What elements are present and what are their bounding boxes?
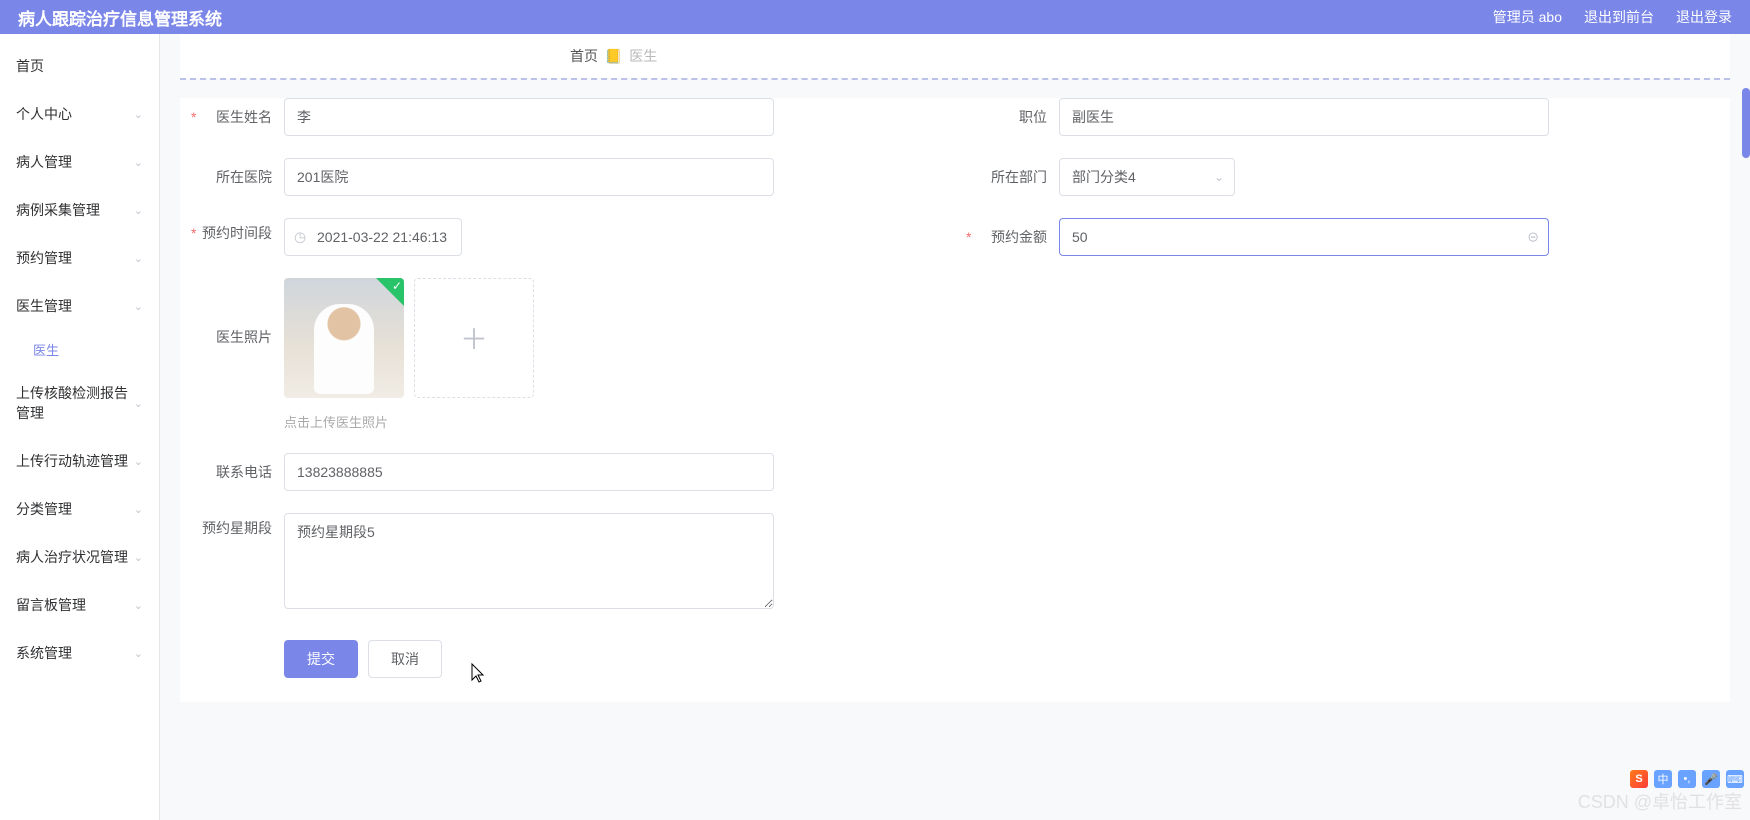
sidebar-item-label: 病人治疗状况管理: [16, 547, 128, 567]
position-label: 职位: [975, 98, 1047, 128]
main-content: 首页 📒 医生 医生姓名 职位 所在医院 所在部门: [160, 34, 1750, 820]
ime-keyboard-icon[interactable]: ⌨: [1726, 770, 1744, 788]
sidebar: 首页 个人中心 ⌄ 病人管理 ⌄ 病例采集管理 ⌄ 预约管理 ⌄ 医生管理 ⌄ 医生 上传…: [0, 34, 160, 820]
department-label: 所在部门: [975, 158, 1047, 188]
hospital-input[interactable]: [284, 158, 774, 196]
sidebar-item-category[interactable]: 分类管理 ⌄: [0, 485, 159, 533]
clock-icon: ◷: [294, 229, 306, 246]
appoint-week-textarea[interactable]: 预约星期段5: [284, 513, 774, 609]
ime-lang-icon[interactable]: 中: [1654, 770, 1672, 788]
submit-button[interactable]: 提交: [284, 640, 358, 678]
chevron-down-icon: ⌄: [134, 156, 143, 169]
chevron-down-icon: ⌄: [134, 647, 143, 660]
chevron-down-icon: ⌄: [1214, 170, 1224, 184]
doctor-photo-thumb[interactable]: [284, 278, 404, 398]
appoint-time-label: 预约时间段: [200, 218, 272, 244]
appoint-fee-label: 预约金额: [975, 218, 1047, 248]
sidebar-item-label: 预约管理: [16, 248, 72, 268]
sidebar-item-message[interactable]: 留言板管理 ⌄: [0, 581, 159, 629]
sidebar-item-patient[interactable]: 病人管理 ⌄: [0, 138, 159, 186]
topbar-actions: 管理员 abo 退出到前台 退出登录: [1493, 7, 1732, 27]
position-input[interactable]: [1059, 98, 1549, 136]
appoint-fee-input[interactable]: [1059, 218, 1549, 256]
admin-label[interactable]: 管理员 abo: [1493, 7, 1562, 27]
sidebar-item-label: 病例采集管理: [16, 200, 100, 220]
divider: [180, 78, 1730, 80]
sidebar-subitem-doctor[interactable]: 医生: [0, 330, 159, 369]
sidebar-item-label: 上传行动轨迹管理: [16, 451, 128, 471]
chevron-down-icon: ⌄: [134, 551, 143, 564]
ime-taskbar: S 中 •, 🎤 ⌨: [1630, 770, 1744, 788]
breadcrumb: 首页 📒 医生: [180, 34, 1730, 78]
appoint-week-label: 预约星期段: [200, 513, 272, 539]
sidebar-item-track[interactable]: 上传行动轨迹管理 ⌄: [0, 437, 159, 485]
sidebar-item-nat-report[interactable]: 上传核酸检测报告管理⌄: [0, 369, 159, 437]
topbar: 病人跟踪治疗信息管理系统 管理员 abo 退出到前台 退出登录: [0, 0, 1750, 34]
appoint-time-input[interactable]: [284, 218, 462, 256]
doctor-name-label: 医生姓名: [200, 98, 272, 128]
chevron-down-icon: ⌄: [134, 108, 143, 121]
sidebar-item-label: 个人中心: [16, 104, 72, 124]
breadcrumb-home[interactable]: 首页: [570, 48, 598, 64]
phone-label: 联系电话: [200, 453, 272, 483]
watermark: CSDN @卓怡工作室: [1578, 788, 1742, 814]
sidebar-item-doctor[interactable]: 医生管理 ⌄: [0, 282, 159, 330]
sidebar-item-appointment[interactable]: 预约管理 ⌄: [0, 234, 159, 282]
cancel-button[interactable]: 取消: [368, 640, 442, 678]
chevron-down-icon: ⌄: [134, 204, 143, 217]
sidebar-item-label: 分类管理: [16, 499, 72, 519]
chevron-down-icon: ⌄: [134, 503, 143, 516]
chevron-down-icon: ⌄: [134, 599, 143, 612]
doctor-name-input[interactable]: [284, 98, 774, 136]
plus-icon: ＋: [460, 318, 488, 358]
check-icon: [376, 278, 404, 306]
person-icon: [314, 304, 374, 394]
photo-hint: 点击上传医生照片: [284, 412, 1710, 431]
chevron-down-icon: ⌄: [134, 397, 143, 410]
hospital-label: 所在医院: [200, 158, 272, 188]
sogou-icon[interactable]: S: [1630, 770, 1648, 788]
logout-link[interactable]: 退出登录: [1676, 7, 1732, 27]
ime-punct-icon[interactable]: •,: [1678, 770, 1696, 788]
photo-label: 医生照片: [200, 278, 272, 348]
sidebar-item-treatment[interactable]: 病人治疗状况管理 ⌄: [0, 533, 159, 581]
app-title: 病人跟踪治疗信息管理系统: [18, 5, 222, 30]
sidebar-item-case[interactable]: 病例采集管理 ⌄: [0, 186, 159, 234]
sidebar-item-label: 医生管理: [16, 296, 72, 316]
department-value: 部门分类4: [1072, 167, 1136, 187]
chevron-down-icon: ⌄: [134, 300, 143, 313]
sidebar-item-label: 上传核酸检测报告管理: [16, 383, 134, 423]
doctor-form: 医生姓名 职位 所在医院 所在部门 部门分类4 ⌄: [200, 98, 1710, 678]
chevron-down-icon: ⌄: [134, 252, 143, 265]
sidebar-item-profile[interactable]: 个人中心 ⌄: [0, 90, 159, 138]
scrollbar-thumb[interactable]: [1742, 88, 1750, 158]
book-icon: 📒: [605, 48, 622, 64]
sidebar-item-system[interactable]: 系统管理 ⌄: [0, 629, 159, 677]
breadcrumb-current: 医生: [629, 48, 657, 64]
sidebar-item-label: 医生: [33, 343, 59, 358]
clear-icon[interactable]: ⊝: [1527, 229, 1539, 246]
logout-front-link[interactable]: 退出到前台: [1584, 7, 1654, 27]
photo-upload-button[interactable]: ＋: [414, 278, 534, 398]
sidebar-item-label: 首页: [16, 56, 44, 76]
sidebar-item-home[interactable]: 首页: [0, 42, 159, 90]
chevron-down-icon: ⌄: [134, 455, 143, 468]
phone-input[interactable]: [284, 453, 774, 491]
ime-mic-icon[interactable]: 🎤: [1702, 770, 1720, 788]
sidebar-item-label: 系统管理: [16, 643, 72, 663]
sidebar-item-label: 病人管理: [16, 152, 72, 172]
sidebar-item-label: 留言板管理: [16, 595, 86, 615]
department-select[interactable]: 部门分类4 ⌄: [1059, 158, 1235, 196]
